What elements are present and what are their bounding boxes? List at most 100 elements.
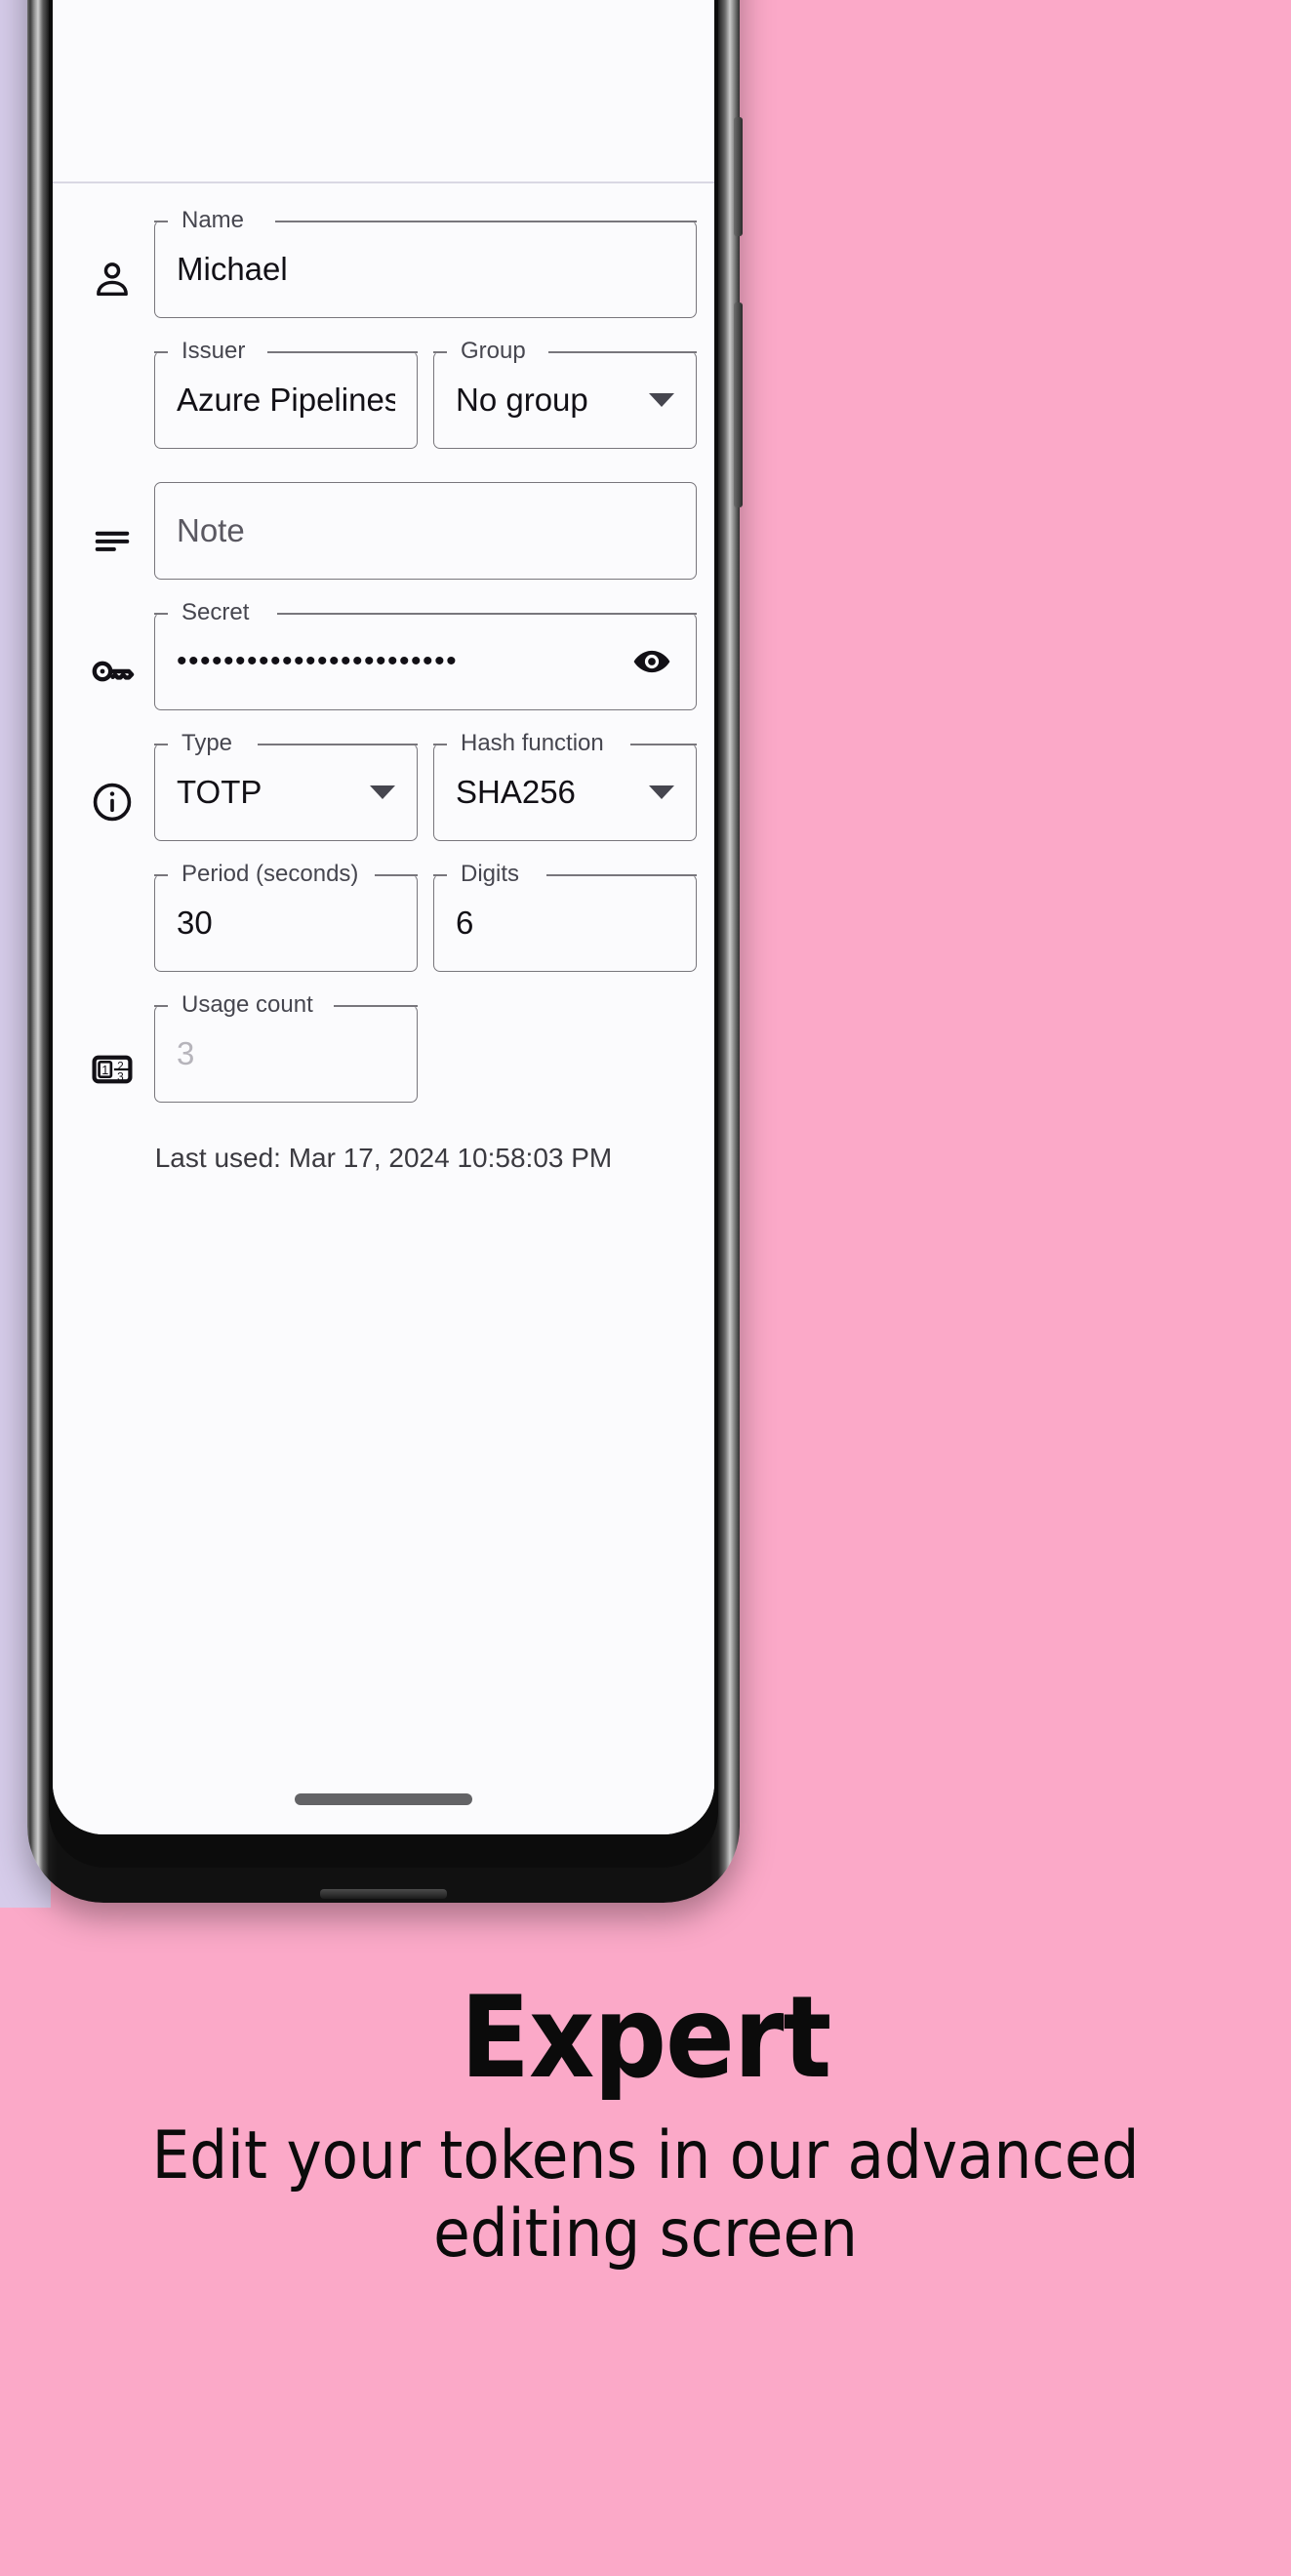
hash-dropdown-trailing[interactable]	[649, 785, 674, 799]
token-edit-form: Name Michael Issuer Azure Pipelines Grou…	[53, 183, 714, 1175]
issuer-box: Azure Pipelines	[154, 351, 418, 449]
notch-left	[154, 874, 168, 876]
period-digits-fields: Period (seconds) 30 Digits 6	[154, 859, 697, 986]
key-icon	[70, 597, 154, 724]
issuer-value: Azure Pipelines	[177, 382, 395, 418]
hash-function-label: Hash function	[461, 730, 604, 756]
group-value: No group	[456, 382, 588, 418]
phone-screen: Name Michael Issuer Azure Pipelines Grou…	[53, 0, 714, 1834]
notes-icon	[70, 466, 154, 593]
name-row: Name Michael	[53, 205, 714, 332]
brand-header	[53, 0, 714, 181]
type-box: TOTP	[154, 744, 418, 841]
notch-left	[154, 221, 168, 222]
secret-fields: Secret ••••••••••••••••••••••••	[154, 597, 697, 724]
notch-right	[267, 351, 418, 353]
group-field[interactable]: Group No group	[433, 339, 697, 449]
phone-power-button	[734, 117, 743, 236]
note-fields: Note	[154, 466, 697, 593]
notch-right	[630, 744, 697, 745]
person-icon	[70, 205, 154, 332]
name-field[interactable]: Name Michael	[154, 208, 697, 318]
notch-right	[275, 221, 697, 222]
type-hash-fields: Type TOTP Hash function SHA256	[154, 728, 697, 855]
name-value: Michael	[177, 251, 288, 287]
notch-right	[258, 744, 418, 745]
no-icon-spacer	[70, 336, 154, 463]
notch-left	[154, 1005, 168, 1007]
chevron-down-icon[interactable]	[370, 785, 395, 799]
hash-function-box: SHA256	[433, 744, 697, 841]
digits-label: Digits	[461, 861, 520, 887]
usage-count-fields: Usage count 3	[154, 989, 697, 1116]
type-label: Type	[182, 730, 233, 756]
issuer-group-fields: Issuer Azure Pipelines Group No group	[154, 336, 697, 463]
info-icon	[70, 728, 154, 855]
digits-value: 6	[456, 905, 474, 941]
period-value: 30	[177, 905, 213, 941]
hash-function-value: SHA256	[456, 774, 576, 810]
phone-device-mockup: Name Michael Issuer Azure Pipelines Grou…	[27, 0, 743, 1903]
group-dropdown-trailing[interactable]	[649, 393, 674, 407]
counter-icon: 1 2 3	[70, 989, 154, 1116]
group-box: No group	[433, 351, 697, 449]
group-label: Group	[461, 338, 526, 364]
notch-left	[154, 613, 168, 615]
notch-right	[548, 351, 697, 353]
secret-visibility-toggle[interactable]	[629, 639, 674, 684]
eye-icon	[633, 650, 670, 673]
chevron-down-icon[interactable]	[649, 393, 674, 407]
issuer-field[interactable]: Issuer Azure Pipelines	[154, 339, 418, 449]
notch-right	[277, 613, 697, 615]
hash-function-field[interactable]: Hash function SHA256	[433, 731, 697, 841]
name-fields: Name Michael	[154, 205, 697, 332]
secret-row: Secret ••••••••••••••••••••••••	[53, 597, 714, 724]
notch-left	[433, 351, 447, 353]
usage-count-label: Usage count	[182, 991, 313, 1018]
period-digits-row: Period (seconds) 30 Digits 6	[53, 859, 714, 986]
period-label: Period (seconds)	[182, 861, 359, 887]
usage-count-field: Usage count 3	[154, 992, 418, 1103]
note-box: Note	[154, 482, 697, 580]
notch-right	[375, 874, 418, 876]
name-box: Michael	[154, 221, 697, 318]
note-field[interactable]: Note	[154, 482, 697, 580]
notch-left	[154, 351, 168, 353]
promo-title: Expert	[460, 1972, 832, 2104]
last-used-text: Last used: Mar 17, 2024 10:58:03 PM	[154, 1143, 613, 1173]
type-value: TOTP	[177, 774, 262, 810]
no-icon-spacer	[70, 859, 154, 986]
promo-block: Expert Edit your tokens in our advanced …	[0, 1981, 1291, 2274]
promo-subtitle: Edit your tokens in our advanced editing…	[151, 2117, 1140, 2273]
secret-field[interactable]: Secret ••••••••••••••••••••••••	[154, 600, 697, 710]
gesture-navigation-bar[interactable]	[295, 1793, 472, 1805]
app-screen: Name Michael Issuer Azure Pipelines Grou…	[53, 0, 714, 1834]
phone-volume-button	[734, 302, 743, 507]
notch-right	[334, 1005, 418, 1007]
notch-left	[154, 744, 168, 745]
notch-right	[546, 874, 697, 876]
type-hash-row: Type TOTP Hash function SHA256	[53, 728, 714, 855]
type-field[interactable]: Type TOTP	[154, 731, 418, 841]
note-row: Note	[53, 466, 714, 593]
note-placeholder: Note	[177, 512, 245, 548]
issuer-label: Issuer	[182, 338, 246, 364]
phone-chin-seam	[320, 1889, 447, 1899]
period-field[interactable]: Period (seconds) 30	[154, 862, 418, 972]
issuer-group-row: Issuer Azure Pipelines Group No group	[53, 336, 714, 463]
secret-masked-value: ••••••••••••••••••••••••	[177, 645, 459, 677]
notch-left	[433, 744, 447, 745]
secret-box: ••••••••••••••••••••••••	[154, 613, 697, 710]
digits-field[interactable]: Digits 6	[433, 862, 697, 972]
svg-text:3: 3	[117, 1070, 124, 1084]
period-box: 30	[154, 874, 418, 972]
chevron-down-icon[interactable]	[649, 785, 674, 799]
digits-box: 6	[433, 874, 697, 972]
usage-count-value: 3	[177, 1035, 195, 1071]
usage-count-row: 1 2 3 Usage count 3	[53, 989, 714, 1116]
svg-text:1: 1	[101, 1064, 108, 1077]
notch-left	[433, 874, 447, 876]
type-dropdown-trailing[interactable]	[370, 785, 395, 799]
usage-count-box: 3	[154, 1005, 418, 1103]
secret-label: Secret	[182, 599, 250, 625]
